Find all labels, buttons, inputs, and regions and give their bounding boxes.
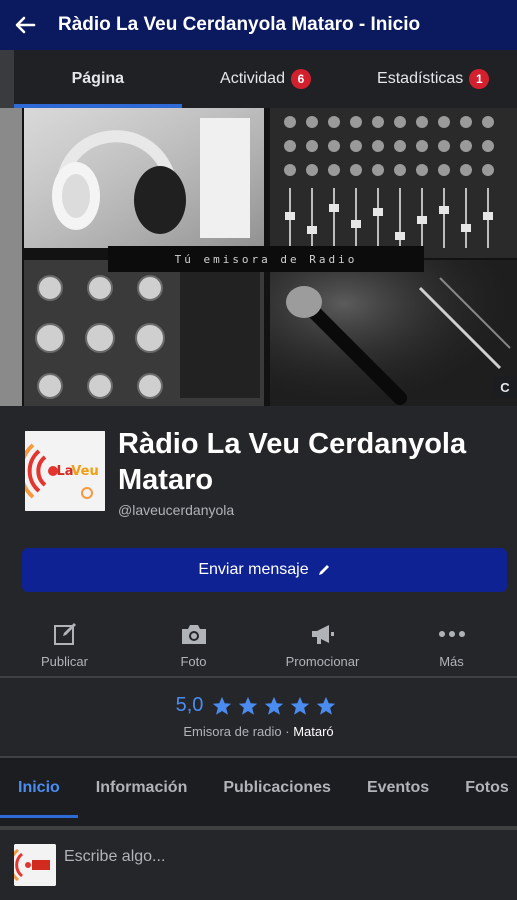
edit-cover-button[interactable]: C	[493, 376, 517, 398]
nav-tab-informacion[interactable]: Información	[78, 758, 206, 818]
page-nav-tabs: Inicio Información Publicaciones Eventos…	[0, 758, 517, 818]
back-arrow-icon	[15, 16, 36, 34]
tab-estadisticas[interactable]: Estadísticas 1	[349, 50, 517, 108]
nav-tab-eventos[interactable]: Eventos	[349, 758, 447, 818]
radio-logo-icon: La Veu	[25, 431, 105, 511]
rating-row: 5,0	[0, 694, 517, 717]
page-username: @laveucerdanyola	[118, 502, 235, 518]
page-title: Ràdio La Veu Cerdanyola Mataro - Inicio	[58, 14, 421, 35]
composer[interactable]: Escribe algo...	[0, 830, 517, 900]
top-app-bar: Ràdio La Veu Cerdanyola Mataro - Inicio	[0, 0, 517, 50]
more-icon	[438, 630, 465, 637]
city-label: Mataró	[293, 724, 334, 739]
nav-tab-inicio[interactable]: Inicio	[0, 758, 78, 818]
notification-badge: 1	[469, 69, 490, 89]
promote-action[interactable]: Promocionar	[258, 611, 387, 677]
action-bar: Publicar Foto Promocionar Más	[0, 611, 517, 677]
nav-tab-fotos[interactable]: Fotos	[447, 758, 517, 818]
pencil-icon	[318, 565, 329, 575]
publish-action[interactable]: Publicar	[0, 611, 129, 677]
tab-label: Página	[71, 70, 125, 87]
tab-label: Actividad	[220, 70, 285, 87]
top-tabs: Página Actividad 6 Estadísticas 1	[0, 50, 517, 108]
category-label: Emisora de radio	[183, 724, 282, 739]
cover-photo[interactable]: Tú emisora de Radio C	[0, 108, 517, 406]
cover-caption: Tú emisora de Radio	[108, 246, 424, 272]
edit-icon	[53, 622, 76, 645]
action-label: Foto	[180, 653, 207, 669]
avatar	[14, 844, 56, 886]
radio-logo-icon	[14, 844, 56, 886]
page-name: Ràdio La Veu Cerdanyola Mataro	[118, 428, 467, 496]
category-separator: ·	[281, 724, 294, 739]
svg-text:Veu: Veu	[71, 464, 98, 479]
profile-logo[interactable]: La Veu	[22, 428, 108, 514]
action-label: Publicar	[41, 653, 88, 669]
back-button[interactable]	[0, 0, 50, 50]
tab-actividad[interactable]: Actividad 6	[182, 50, 350, 108]
camera-icon	[181, 624, 206, 644]
megaphone-icon	[311, 624, 334, 644]
notification-badge: 6	[290, 69, 311, 89]
star-icon	[265, 696, 284, 715]
tab-pagina[interactable]: Página	[14, 50, 182, 108]
photo-action[interactable]: Foto	[129, 611, 258, 677]
category-line: Emisora de radio · Mataró	[0, 724, 517, 739]
action-label: Promocionar	[285, 653, 360, 669]
star-icon	[213, 696, 232, 715]
composer-placeholder[interactable]: Escribe algo...	[64, 848, 165, 866]
nav-tab-publicaciones[interactable]: Publicaciones	[205, 758, 349, 818]
tab-label: Estadísticas	[377, 70, 464, 87]
rating-score: 5,0	[175, 694, 204, 716]
tab-edge	[0, 50, 14, 108]
star-icon	[317, 696, 336, 715]
action-label: Más	[439, 653, 464, 669]
profile-section: La Veu Ràdio La Veu Cerdanyola Mataro @l…	[0, 406, 517, 676]
send-message-button[interactable]: Enviar mensaje	[22, 548, 507, 592]
star-icon	[291, 696, 310, 715]
rating-section[interactable]: 5,0 Emisora de radio · Mataró	[0, 678, 517, 758]
send-message-label: Enviar mensaje	[198, 561, 309, 578]
more-action[interactable]: Más	[387, 611, 516, 677]
star-icon	[239, 696, 258, 715]
